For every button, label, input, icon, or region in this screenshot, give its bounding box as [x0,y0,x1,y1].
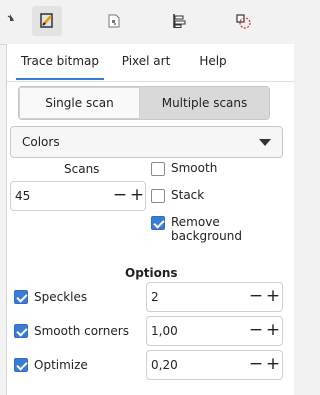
speckles-checkbox[interactable] [14,290,28,304]
scans-stepper[interactable]: 45 − + [10,181,146,211]
smooth-checkbox[interactable] [151,162,165,176]
speckles-value: 2 [151,290,159,304]
speckles-label: Speckles [34,290,88,304]
tab-help[interactable]: Help [193,52,233,80]
toolbar-button-pixel-art[interactable] [32,6,62,36]
align-distribute-icon [108,14,120,28]
tab-help-label: Help [199,54,227,68]
speckles-increment-button[interactable]: + [265,283,281,311]
smooth-corners-decrement-button[interactable]: − [248,317,264,345]
chevron-down-icon [259,139,271,146]
optimize-decrement-button[interactable]: − [248,351,264,379]
scans-increment-button[interactable]: + [129,182,145,210]
optimize-increment-button[interactable]: + [265,351,281,379]
scans-decrement-button[interactable]: − [112,182,128,210]
optimize-label: Optimize [34,358,88,372]
trace-mode-value: Colors [22,135,60,149]
pixel-art-trace-icon [40,13,53,28]
multiple-scans-label: Multiple scans [161,96,248,110]
scan-mode-switch: Single scan Multiple scans [18,86,270,120]
stack-checkbox[interactable] [151,189,165,203]
tab-trace-bitmap[interactable]: Trace bitmap [16,52,104,80]
smooth-corners-value: 1,00 [151,324,178,338]
smooth-label: Smooth [171,161,218,175]
tab-trace-bitmap-label: Trace bitmap [21,54,99,68]
toolbar-button-trace-pixel[interactable] [99,6,129,36]
optimize-checkbox[interactable] [14,358,28,372]
single-scan-label: Single scan [45,96,114,110]
toolbar-button-align[interactable] [164,6,194,36]
smooth-corners-label: Smooth corners [34,324,129,338]
scans-label: Scans [64,162,100,176]
stack-label: Stack [171,188,205,202]
tabs-divider [7,81,295,82]
options-heading: Options [125,266,178,280]
trace-bitmap-icon [7,14,14,21]
remove-background-label: Remove background [171,215,242,243]
scans-value: 45 [15,189,31,203]
toolbar-button-trace-bitmap[interactable] [0,6,30,36]
trace-mode-dropdown[interactable]: Colors [10,126,283,158]
toolbar-button-transform[interactable] [229,6,259,36]
dialog-toolbar [0,0,294,44]
single-scan-button[interactable]: Single scan [19,87,140,119]
align-icon [173,14,186,28]
smooth-corners-stepper[interactable]: 1,00 − + [146,316,283,346]
speckles-stepper[interactable]: 2 − + [146,282,283,312]
tab-pixel-art-label: Pixel art [121,54,171,68]
optimize-value: 0,20 [151,358,178,372]
smooth-corners-increment-button[interactable]: + [265,317,281,345]
tab-pixel-art[interactable]: Pixel art [111,52,181,80]
speckles-decrement-button[interactable]: − [248,283,264,311]
transform-selection-icon [236,14,251,29]
smooth-corners-checkbox[interactable] [14,324,28,338]
optimize-stepper[interactable]: 0,20 − + [146,350,283,380]
remove-background-checkbox[interactable] [151,216,165,230]
multiple-scans-button[interactable]: Multiple scans [140,87,269,119]
